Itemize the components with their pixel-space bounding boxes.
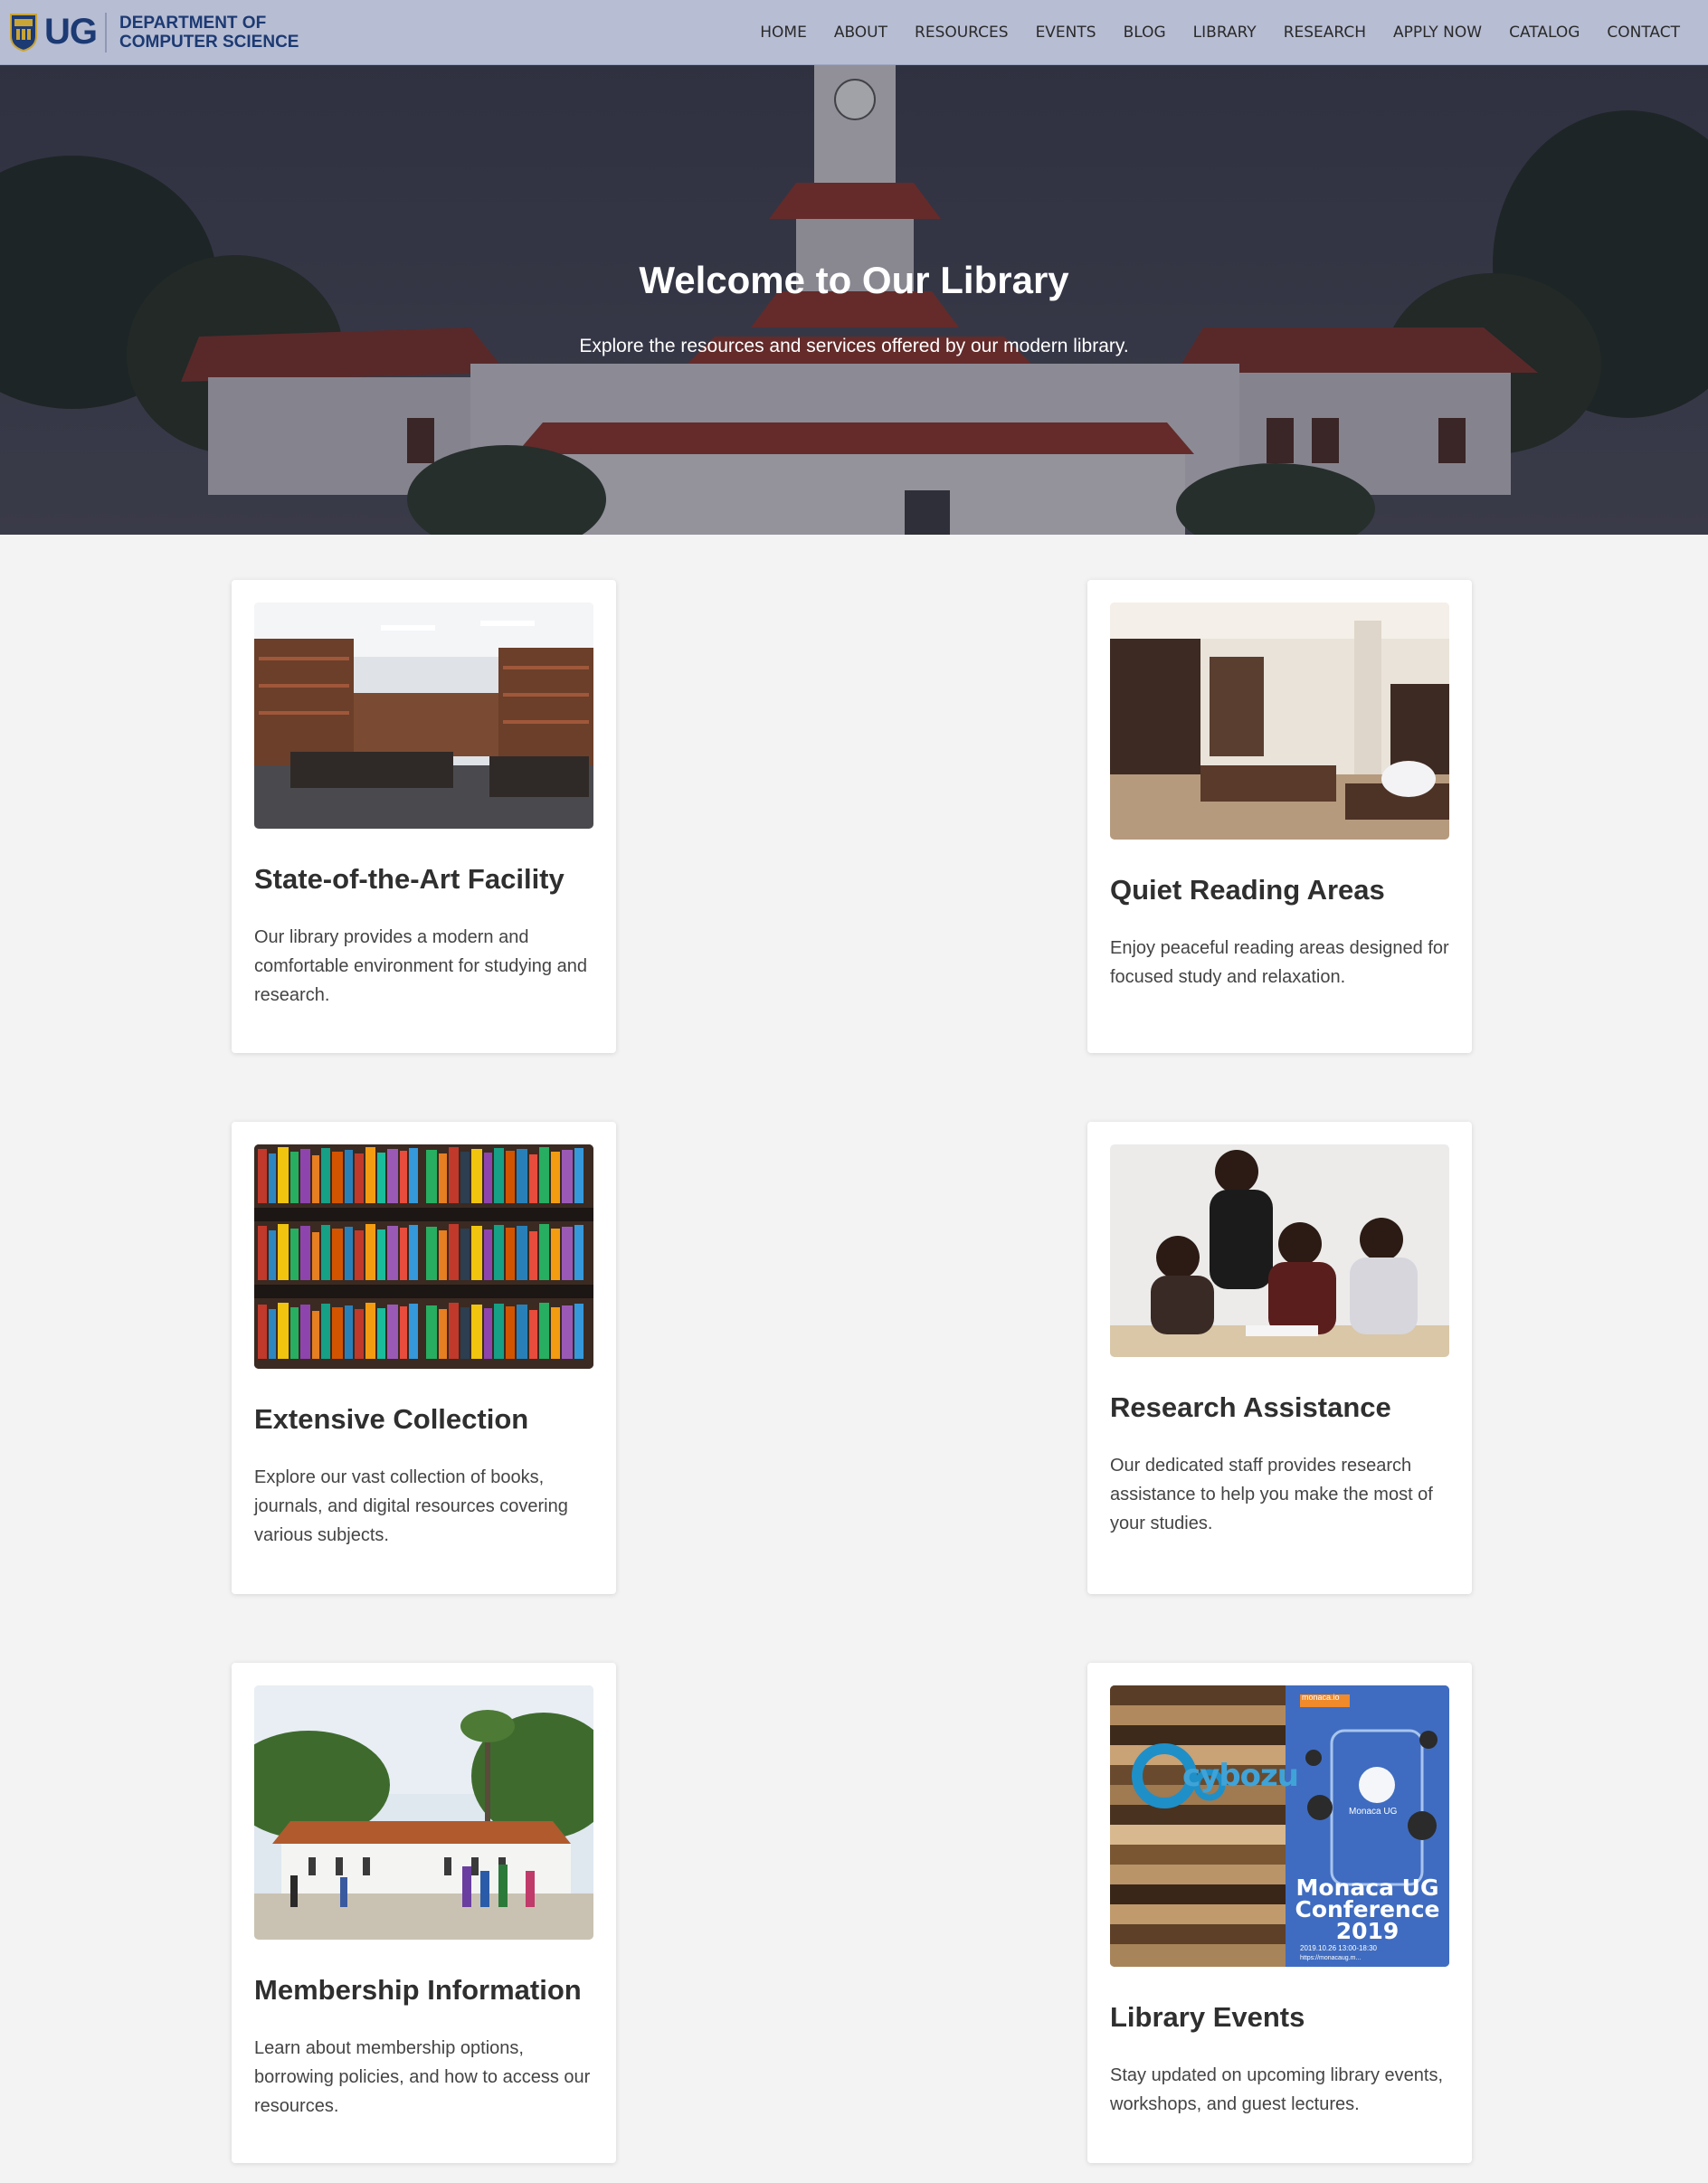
university-crest-icon [9, 13, 38, 52]
poster-tag: monaca.io [1302, 1693, 1340, 1702]
card-text: Learn about membership options, borrowin… [254, 2038, 591, 2116]
nav-blog[interactable]: BLOG [1124, 24, 1166, 42]
card-library-events: monaca.io cybozu Monaca UG Monaca UG Con… [1087, 1663, 1472, 2163]
logo-divider [105, 12, 107, 52]
main-nav: HOME ABOUT RESOURCES EVENTS BLOG LIBRARY… [760, 0, 1680, 65]
reading-room-photo [1110, 603, 1449, 840]
campus-building-photo [254, 1685, 593, 1940]
poster-date: 2019.10.26 13:00-18:30 [1300, 1944, 1377, 1952]
top-navbar: UG DEPARTMENT OF COMPUTER SCIENCE HOME A… [0, 0, 1708, 65]
card-membership-information: Membership Information Learn about membe… [232, 1663, 616, 2163]
nav-apply-now[interactable]: APPLY NOW [1393, 24, 1482, 42]
card-text: Stay updated on upcoming library events,… [1110, 2065, 1443, 2114]
nav-events[interactable]: EVENTS [1036, 24, 1096, 42]
library-hall-photo [254, 603, 593, 829]
poster-url: https://monacaug.m... [1300, 1955, 1362, 1961]
card-title: Research Assistance [1110, 1391, 1391, 1423]
nav-catalog[interactable]: CATALOG [1509, 24, 1580, 42]
conference-banner-photo: monaca.io cybozu Monaca UG Monaca UG Con… [1110, 1685, 1449, 1967]
nav-research[interactable]: RESEARCH [1284, 24, 1366, 42]
nav-contact[interactable]: CONTACT [1607, 24, 1680, 42]
card-text: Enjoy peaceful reading areas designed fo… [1110, 938, 1449, 987]
department-line-2: COMPUTER SCIENCE [119, 32, 299, 52]
poster-brand: cybozu [1182, 1758, 1299, 1794]
nav-resources[interactable]: RESOURCES [915, 24, 1009, 42]
bookshelf-photo [254, 1144, 593, 1369]
hero-banner: Welcome to Our Library Explore the resou… [0, 65, 1708, 535]
poster-app-label: Monaca UG [1349, 1807, 1398, 1817]
card-text: Our library provides a modern and comfor… [254, 927, 587, 1005]
card-research-assistance: Research Assistance Our dedicated staff … [1087, 1122, 1472, 1594]
hero-subtitle: Explore the resources and services offer… [579, 336, 1129, 356]
card-state-of-the-art-facility: State-of-the-Art Facility Our library pr… [232, 580, 616, 1053]
card-title: Library Events [1110, 2001, 1305, 2033]
department-line-1: DEPARTMENT OF [119, 13, 267, 33]
nav-home[interactable]: HOME [760, 24, 807, 42]
nav-library[interactable]: LIBRARY [1193, 24, 1257, 42]
card-title: Membership Information [254, 1974, 582, 2006]
poster-title-3: 2019 [1335, 1918, 1400, 1944]
card-title: State-of-the-Art Facility [254, 863, 565, 895]
card-text: Explore our vast collection of books, jo… [254, 1467, 568, 1545]
hero-title: Welcome to Our Library [639, 259, 1069, 301]
card-extensive-collection: Extensive Collection Explore our vast co… [232, 1122, 616, 1594]
card-title: Quiet Reading Areas [1110, 874, 1385, 906]
department-name: DEPARTMENT OF COMPUTER SCIENCE [119, 14, 299, 52]
logo-letters: UG [44, 12, 98, 52]
card-title: Extensive Collection [254, 1403, 529, 1435]
site-logo[interactable]: UG DEPARTMENT OF COMPUTER SCIENCE [0, 0, 299, 65]
students-studying-photo [1110, 1144, 1449, 1357]
card-quiet-reading-areas: Quiet Reading Areas Enjoy peaceful readi… [1087, 580, 1472, 1053]
nav-about[interactable]: ABOUT [834, 24, 887, 42]
card-text: Our dedicated staff provides research as… [1110, 1456, 1433, 1533]
